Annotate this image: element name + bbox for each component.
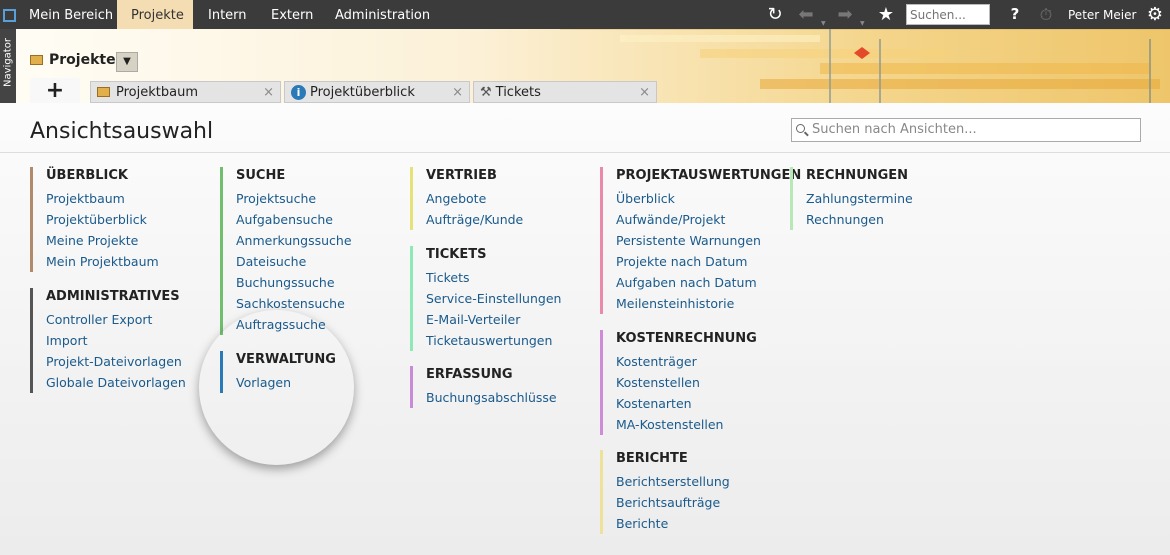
view-group-kostenrechnung: KOSTENRECHNUNG Kostenträger Kostenstellen K… bbox=[600, 330, 757, 435]
tab-tickets[interactable]: ⚒ Tickets × bbox=[473, 81, 657, 103]
close-tab-icon[interactable]: × bbox=[263, 82, 274, 103]
view-link[interactable]: Angebote bbox=[426, 188, 523, 209]
view-link[interactable]: Service-Einstellungen bbox=[426, 288, 561, 309]
view-link[interactable]: Berichtserstellung bbox=[616, 471, 730, 492]
info-icon: i bbox=[291, 85, 306, 100]
view-group-rechnungen: RECHNUNGEN Zahlungstermine Rechnungen bbox=[790, 167, 913, 230]
view-link[interactable]: Berichtsaufträge bbox=[616, 492, 730, 513]
view-link[interactable]: Projekte nach Datum bbox=[616, 251, 801, 272]
nav-projekte[interactable]: Projekte bbox=[117, 0, 193, 29]
nav-extern[interactable]: Extern bbox=[271, 0, 313, 29]
view-link[interactable]: Buchungsabschlüsse bbox=[426, 387, 557, 408]
view-group-berichte: BERICHTE Berichtserstellung Berichtsaufträ… bbox=[600, 450, 730, 534]
view-search-input[interactable]: Suchen nach Ansichten... bbox=[791, 118, 1141, 142]
view-link[interactable]: Dateisuche bbox=[236, 251, 352, 272]
group-title: TICKETS bbox=[426, 247, 487, 262]
view-link[interactable]: Controller Export bbox=[46, 309, 186, 330]
top-search-input[interactable] bbox=[906, 4, 990, 25]
view-link[interactable]: Aufgaben nach Datum bbox=[616, 272, 801, 293]
view-link[interactable]: Tickets bbox=[426, 267, 561, 288]
view-link[interactable]: Import bbox=[46, 330, 186, 351]
star-icon[interactable]: ★ bbox=[873, 0, 899, 29]
view-link[interactable]: Meine Projekte bbox=[46, 230, 159, 251]
group-title: ADMINISTRATIVES bbox=[46, 289, 180, 304]
group-title: ERFASSUNG bbox=[426, 367, 513, 382]
view-link[interactable]: Buchungssuche bbox=[236, 272, 352, 293]
view-link[interactable]: Überblick bbox=[616, 188, 801, 209]
project-title: Projekte bbox=[30, 52, 116, 68]
stopwatch-icon[interactable]: ⏱ bbox=[1034, 0, 1058, 29]
navigator-label: Navigator bbox=[2, 38, 14, 87]
view-link[interactable]: Ticketauswertungen bbox=[426, 330, 561, 351]
tools-icon: ⚒ bbox=[480, 85, 492, 100]
group-title: BERICHTE bbox=[616, 451, 688, 466]
add-tab-button[interactable]: + bbox=[30, 78, 80, 105]
group-title: RECHNUNGEN bbox=[806, 168, 909, 183]
tab-projektueberblick[interactable]: i Projektüberblick × bbox=[284, 81, 470, 103]
view-link[interactable]: Aufwände/Projekt bbox=[616, 209, 801, 230]
view-group-administratives: ADMINISTRATIVES Controller Export Import Pr… bbox=[30, 288, 186, 393]
refresh-icon[interactable]: ↻ bbox=[762, 0, 788, 29]
view-link[interactable]: Mein Projektbaum bbox=[46, 251, 159, 272]
forward-arrow-icon[interactable]: ➡ bbox=[833, 0, 857, 29]
project-menu-dropdown-icon[interactable]: ▼ bbox=[116, 52, 138, 72]
group-title: PROJEKTAUSWERTUNGEN bbox=[616, 168, 802, 183]
view-link[interactable]: Projektüberblick bbox=[46, 209, 159, 230]
help-icon[interactable]: ? bbox=[1004, 0, 1026, 29]
view-link[interactable]: Projektbaum bbox=[46, 188, 159, 209]
view-link[interactable]: MA-Kostenstellen bbox=[616, 414, 757, 435]
view-link[interactable]: Meilensteinhistorie bbox=[616, 293, 801, 314]
user-name[interactable]: Peter Meier bbox=[1068, 0, 1136, 29]
folder-icon bbox=[97, 87, 110, 97]
navigator-toggle[interactable]: Navigator bbox=[0, 29, 16, 103]
close-tab-icon[interactable]: × bbox=[639, 82, 650, 103]
view-link[interactable]: Globale Dateivorlagen bbox=[46, 372, 186, 393]
gear-icon[interactable]: ⚙ bbox=[1142, 0, 1168, 29]
view-link[interactable]: E-Mail-Verteiler bbox=[426, 309, 561, 330]
forward-dropdown-icon[interactable]: ▼ bbox=[860, 20, 865, 27]
view-group-erfassung: ERFASSUNG Buchungsabschlüsse bbox=[410, 366, 557, 408]
app-logo-icon[interactable] bbox=[0, 0, 16, 29]
view-link[interactable]: Persistente Warnungen bbox=[616, 230, 801, 251]
view-link[interactable]: Aufgabensuche bbox=[236, 209, 352, 230]
group-title: ÜBERBLICK bbox=[46, 168, 128, 183]
view-link[interactable]: Rechnungen bbox=[806, 209, 913, 230]
view-link[interactable]: Sachkostensuche bbox=[236, 293, 352, 314]
search-icon bbox=[796, 124, 805, 133]
view-link[interactable]: Berichte bbox=[616, 513, 730, 534]
top-navigation-bar: Mein Bereich Projekte Intern Extern Admi… bbox=[0, 0, 1170, 29]
view-link[interactable]: Kostenstellen bbox=[616, 372, 757, 393]
nav-administration[interactable]: Administration bbox=[335, 0, 430, 29]
group-title: SUCHE bbox=[236, 168, 286, 183]
view-link[interactable]: Anmerkungssuche bbox=[236, 230, 352, 251]
divider bbox=[0, 152, 1170, 153]
back-arrow-icon[interactable]: ⬅ bbox=[794, 0, 818, 29]
magnifier-highlight bbox=[199, 310, 354, 465]
view-group-projektauswertungen: PROJEKTAUSWERTUNGEN Überblick Aufwände/Pro… bbox=[600, 167, 801, 314]
nav-mein-bereich[interactable]: Mein Bereich bbox=[16, 0, 117, 29]
view-link[interactable]: Projekt-Dateivorlagen bbox=[46, 351, 186, 372]
view-link[interactable]: Kostenarten bbox=[616, 393, 757, 414]
view-group--berblick: ÜBERBLICK Projektbaum Projektüberblick Mein… bbox=[30, 167, 159, 272]
group-title: VERTRIEB bbox=[426, 168, 497, 183]
view-link[interactable]: Kostenträger bbox=[616, 351, 757, 372]
view-link[interactable]: Zahlungstermine bbox=[806, 188, 913, 209]
back-dropdown-icon[interactable]: ▼ bbox=[821, 20, 826, 27]
folder-icon bbox=[30, 55, 43, 65]
tab-projektbaum[interactable]: Projektbaum × bbox=[90, 81, 281, 103]
nav-intern[interactable]: Intern bbox=[208, 0, 247, 29]
close-tab-icon[interactable]: × bbox=[452, 82, 463, 103]
group-title: KOSTENRECHNUNG bbox=[616, 331, 757, 346]
view-link[interactable]: Projektsuche bbox=[236, 188, 352, 209]
view-group-vertrieb: VERTRIEB Angebote Aufträge/Kunde bbox=[410, 167, 523, 230]
view-group-tickets: TICKETS Tickets Service-Einstellungen E-Mai… bbox=[410, 246, 561, 351]
page-title: Ansichtsauswahl bbox=[30, 119, 214, 144]
view-link[interactable]: Aufträge/Kunde bbox=[426, 209, 523, 230]
